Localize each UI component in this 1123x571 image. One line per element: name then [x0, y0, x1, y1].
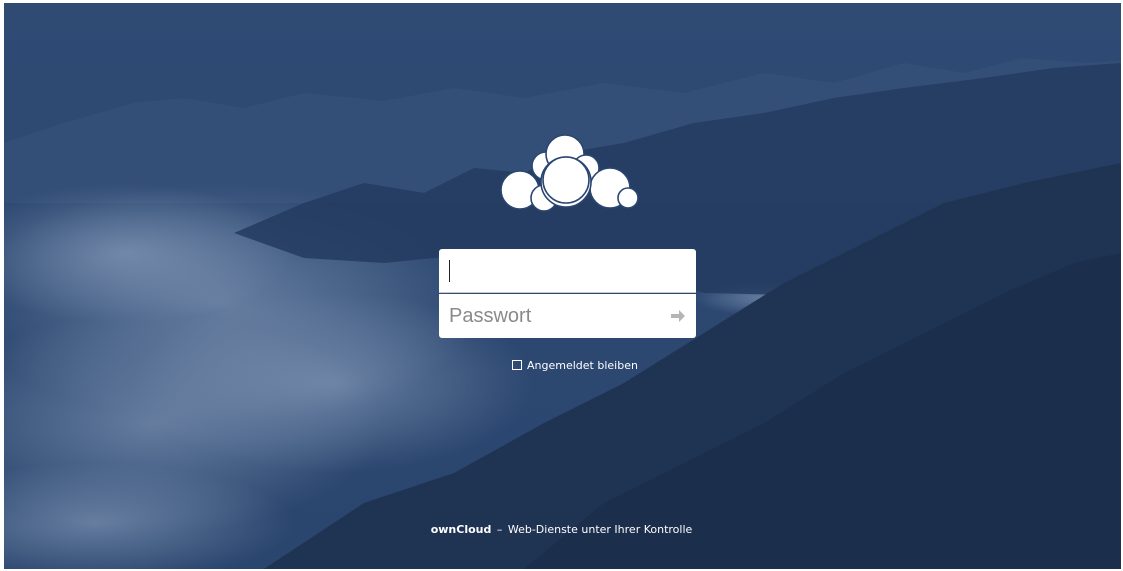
username-input[interactable] [439, 249, 696, 292]
remember-checkbox[interactable] [512, 360, 522, 370]
username-field[interactable] [439, 249, 696, 293]
footer: ownCloud – Web-Dienste unter Ihrer Kontr… [0, 523, 1123, 536]
password-input[interactable] [439, 294, 696, 338]
arrow-right-icon[interactable] [666, 304, 690, 328]
footer-separator: – [496, 523, 503, 536]
remember-label[interactable]: Angemeldet bleiben [527, 359, 638, 372]
page-frame: Angemeldet bleiben ownCloud – Web-Dienst… [0, 0, 1123, 571]
footer-tagline: Web-Dienste unter Ihrer Kontrolle [507, 523, 693, 536]
owncloud-logo-icon [500, 134, 639, 212]
footer-brand: ownCloud [430, 523, 492, 536]
remember-me[interactable]: Angemeldet bleiben [512, 357, 638, 373]
text-caret [449, 260, 450, 282]
password-field[interactable] [439, 294, 696, 338]
login-form [439, 249, 696, 339]
